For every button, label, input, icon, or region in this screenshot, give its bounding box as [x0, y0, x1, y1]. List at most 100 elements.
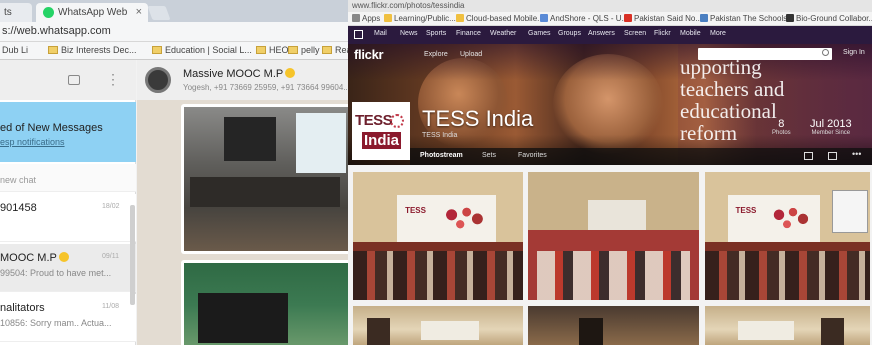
- photo-thumbnail[interactable]: TESS: [353, 172, 523, 300]
- search-icon[interactable]: [822, 49, 829, 56]
- notification-banner: ed of New Messages esp notifications: [0, 102, 136, 162]
- site-icon: [786, 14, 794, 22]
- yahoo-nav-bar: Mail News Sports Finance Weather Games G…: [348, 26, 872, 44]
- bookmark-item[interactable]: Dub Li: [2, 45, 28, 55]
- nav-item[interactable]: News: [400, 30, 418, 37]
- classroom-photo[interactable]: [184, 107, 348, 251]
- chat-name: MOOC M.P: [0, 252, 69, 264]
- profile-subnav: Photostream Sets Favorites •••: [410, 148, 872, 165]
- search-chats[interactable]: new chat: [0, 164, 136, 192]
- folder-icon: [288, 46, 298, 54]
- chat-row[interactable]: 901458 18/02: [0, 194, 136, 242]
- chat-row[interactable]: nalitators 11/08 10856: Sorry mam.. Actu…: [0, 294, 136, 342]
- group-members: Yogesh, +91 73669 25959, +91 73664 99604…: [183, 83, 350, 92]
- enable-notifications-link[interactable]: esp notifications: [0, 137, 65, 147]
- stat-photos: 8 Photos: [772, 118, 791, 136]
- nav-item[interactable]: Mail: [374, 30, 387, 37]
- address-url[interactable]: s://web.whatsapp.com: [2, 25, 111, 37]
- home-icon[interactable]: [354, 30, 363, 39]
- image-message[interactable]: [181, 260, 351, 345]
- photostream-grid: TESS TESS: [348, 165, 872, 345]
- more-icon[interactable]: •••: [852, 149, 861, 159]
- cover-photo-banner: flickr Explore Upload Sign In upporting …: [348, 44, 872, 165]
- image-message[interactable]: [181, 104, 351, 254]
- banner-shade: [348, 44, 872, 165]
- whatsapp-icon: [43, 7, 54, 18]
- tab-sets[interactable]: Sets: [482, 152, 496, 159]
- tab-photostream[interactable]: Photostream: [420, 152, 463, 159]
- bookmark-item[interactable]: AndShore - QLS - U...: [540, 14, 628, 23]
- photo-thumbnail[interactable]: [353, 306, 523, 345]
- tab-favorites[interactable]: Favorites: [518, 152, 547, 159]
- nav-item[interactable]: Screen: [624, 30, 646, 37]
- slideshow-icon[interactable]: [804, 152, 813, 160]
- classroom-photo[interactable]: [184, 263, 348, 345]
- bookmark-item[interactable]: Education | Social L...: [152, 45, 252, 55]
- nav-item[interactable]: Mobile: [680, 30, 701, 37]
- menu-icon[interactable]: ⋮: [106, 72, 120, 86]
- site-icon: [540, 14, 548, 22]
- browser-chrome: www.flickr.com/photos/tessindia: [348, 0, 872, 12]
- site-icon: [700, 14, 708, 22]
- folder-icon: [256, 46, 266, 54]
- logo-text: TESS: [355, 112, 393, 129]
- conversation-header[interactable]: Massive MOOC M.P Yogesh, +91 73669 25959…: [137, 60, 352, 100]
- cover-tagline: upporting teachers and educational refor…: [680, 55, 785, 145]
- scrollbar[interactable]: [130, 205, 135, 305]
- folder-icon: [48, 46, 58, 54]
- nav-item[interactable]: Games: [528, 30, 551, 37]
- new-tab-button[interactable]: [147, 6, 171, 20]
- bookmark-item[interactable]: Bio-Ground Collabor...: [786, 14, 872, 23]
- nav-item[interactable]: Flickr: [654, 30, 671, 37]
- flickr-logo[interactable]: flickr: [354, 47, 384, 62]
- bookmark-item[interactable]: Learning/Public...: [384, 14, 456, 23]
- address-bar[interactable]: s://web.whatsapp.com: [0, 22, 352, 42]
- nav-item[interactable]: Sports: [426, 30, 446, 37]
- bookmark-item[interactable]: Cloud-based Mobile...: [456, 14, 544, 23]
- chat-preview: 99504: Proud to have met...: [0, 268, 112, 278]
- bookmark-item[interactable]: HEO: [256, 45, 289, 55]
- new-chat-icon[interactable]: [68, 75, 80, 85]
- chat-time: 18/02: [102, 203, 120, 210]
- conversation-panel: Massive MOOC M.P Yogesh, +91 73669 25959…: [137, 60, 352, 345]
- upload-tab[interactable]: Upload: [460, 51, 482, 58]
- chairs: [190, 177, 340, 207]
- tab-previous[interactable]: ts: [0, 3, 32, 22]
- address-url[interactable]: www.flickr.com/photos/tessindia: [352, 1, 465, 10]
- bookmark-item[interactable]: Apps: [352, 14, 380, 23]
- photo-thumbnail[interactable]: [528, 306, 699, 345]
- nav-item[interactable]: Groups: [558, 30, 581, 37]
- bookmark-item[interactable]: pelly: [288, 45, 320, 55]
- tess-india-logo[interactable]: TESS India: [352, 102, 410, 160]
- share-icon[interactable]: [828, 152, 837, 160]
- sign-in-link[interactable]: Sign In: [843, 49, 865, 56]
- bookmark-item[interactable]: Pakistan Said No...: [624, 14, 702, 23]
- profile-name: TESS India: [422, 106, 534, 131]
- logo-text: India: [362, 132, 402, 149]
- chat-row-selected[interactable]: MOOC M.P 09/11 99504: Proud to have met.…: [0, 244, 136, 292]
- chat-list-panel: ⋮ ed of New Messages esp notifications n…: [0, 60, 136, 345]
- nav-item[interactable]: Weather: [490, 30, 516, 37]
- photo-thumbnail[interactable]: TESS: [705, 172, 870, 300]
- nav-item[interactable]: Finance: [456, 30, 481, 37]
- nav-item[interactable]: Answers: [588, 30, 615, 37]
- chat-name: nalitators: [0, 302, 45, 314]
- explore-tab[interactable]: Explore: [424, 51, 448, 58]
- photo-thumbnail[interactable]: [528, 172, 699, 300]
- bookmarks-bar: Apps Learning/Public... Cloud-based Mobi…: [348, 12, 872, 26]
- window: [296, 113, 346, 173]
- group-avatar[interactable]: [145, 67, 171, 93]
- photo-thumbnail[interactable]: [705, 306, 870, 345]
- bookmark-item[interactable]: Pakistan The Schools...: [700, 14, 794, 23]
- youtube-icon: [624, 14, 632, 22]
- bookmarks-bar: Dub Li Biz Interests Dec... Education | …: [0, 42, 352, 60]
- group-name: Massive MOOC M.P: [183, 68, 296, 80]
- nav-item[interactable]: More: [710, 30, 726, 37]
- folder-icon: [456, 14, 464, 22]
- emoji-icon: [285, 68, 296, 78]
- folder-icon: [322, 46, 332, 54]
- bookmark-item[interactable]: Biz Interests Dec...: [48, 45, 137, 55]
- chat-preview: 10856: Sorry mam.. Actua...: [0, 318, 112, 328]
- close-tab-icon[interactable]: ×: [136, 6, 142, 18]
- tab-whatsapp-web[interactable]: WhatsApp Web ×: [36, 3, 148, 22]
